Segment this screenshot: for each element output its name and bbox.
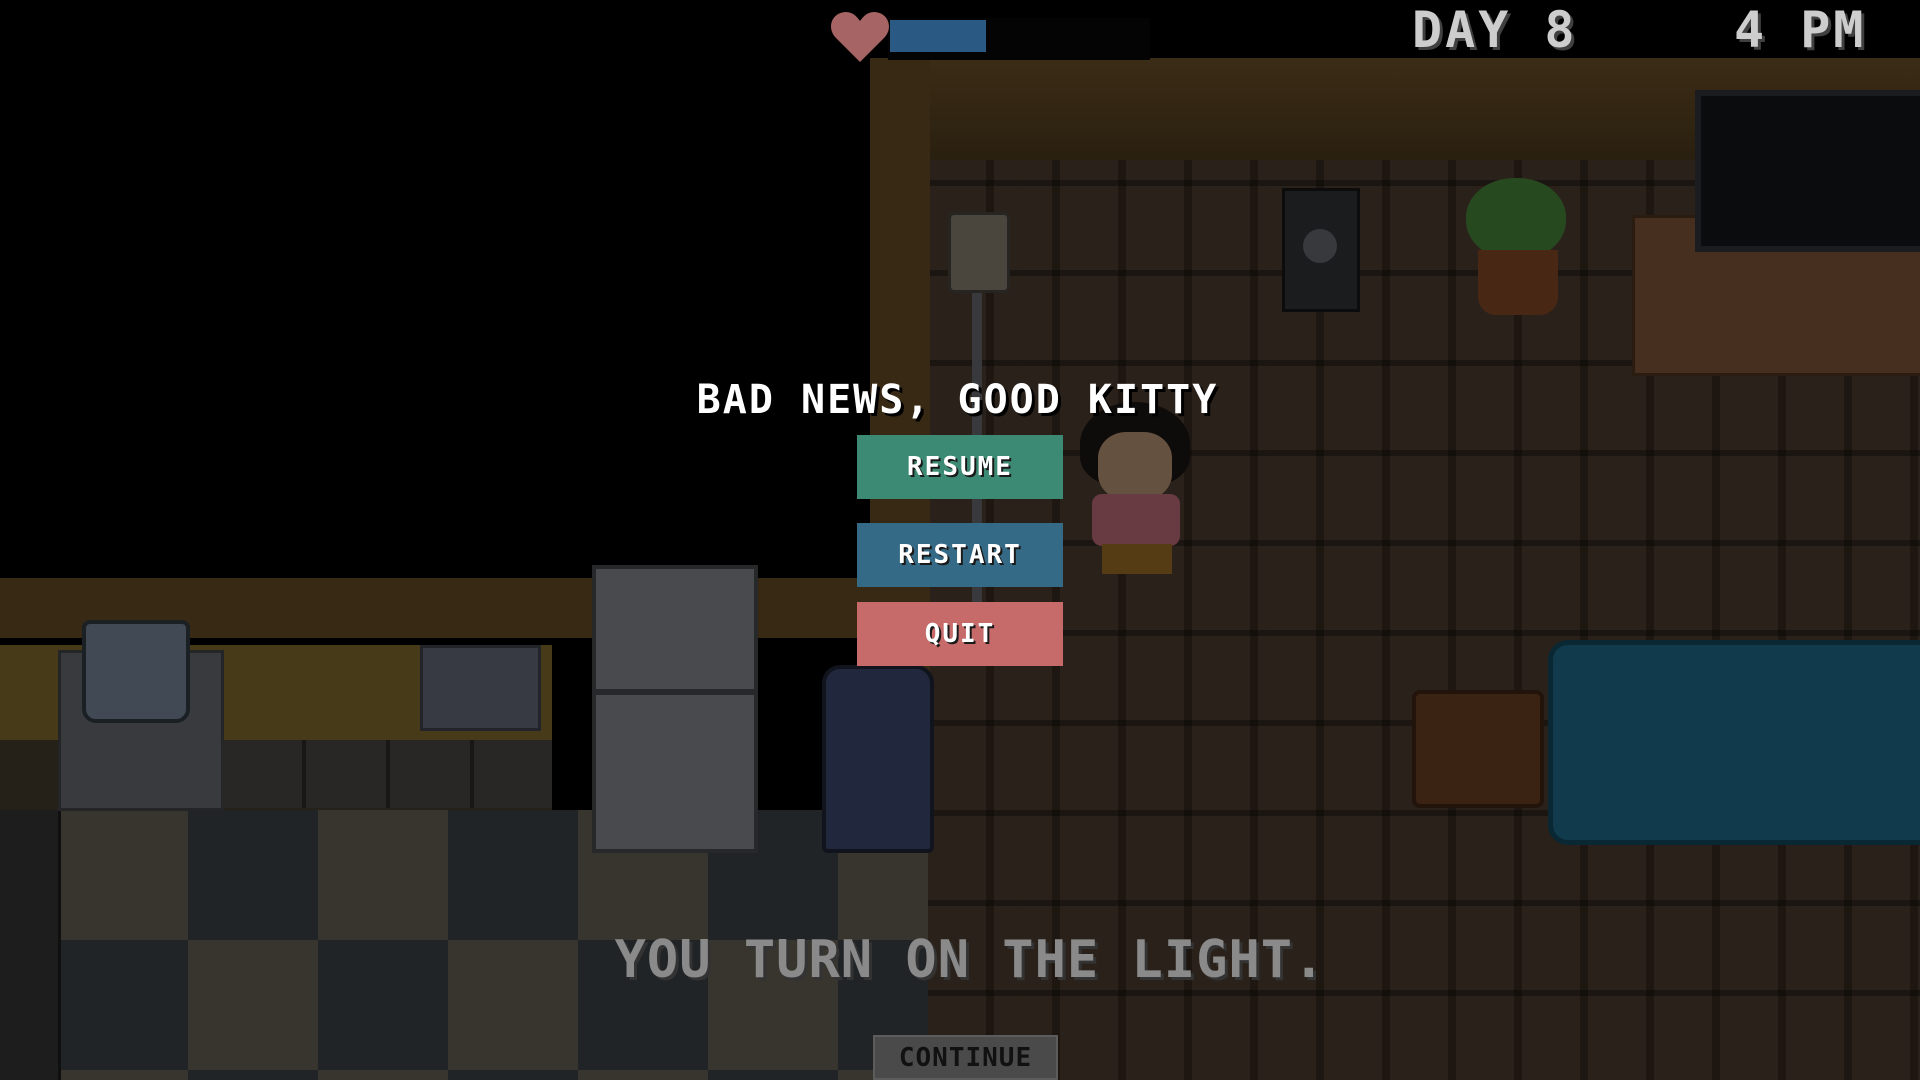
game-title: BAD NEWS, GOOD KITTY [696,377,1219,423]
restart-button[interactable]: RESTART [857,523,1063,587]
dialog-text: YOU TURN ON THE LIGHT. [614,930,1326,990]
game-scene: DAY 8 4 PM BAD NEWS, GOOD KITTY RESUME R… [0,0,1920,1080]
resume-button[interactable]: RESUME [857,435,1063,499]
continue-button[interactable]: CONTINUE [873,1035,1058,1080]
quit-button[interactable]: QUIT [857,602,1063,666]
